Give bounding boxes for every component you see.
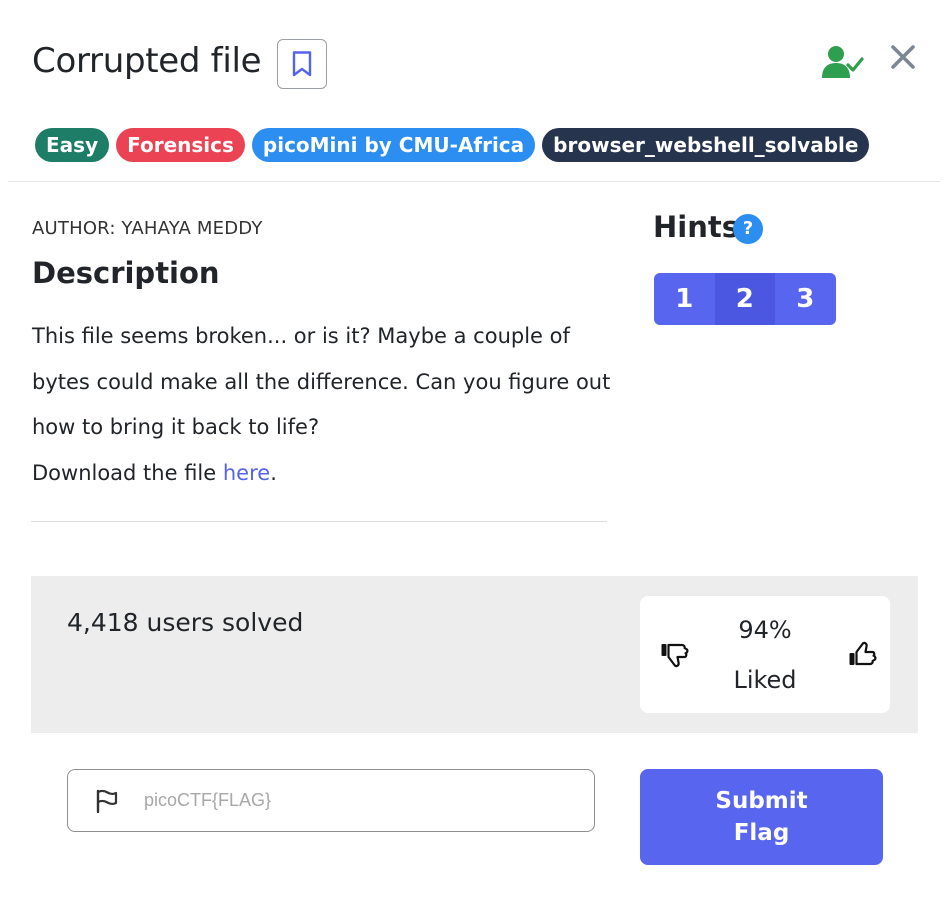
hints-help-icon[interactable]: ? <box>733 214 763 244</box>
description-heading: Description <box>32 256 220 290</box>
download-link[interactable]: here <box>223 461 270 485</box>
download-prefix: Download the file <box>32 460 223 485</box>
description-body: This file seems broken... or is it? Mayb… <box>32 314 612 496</box>
hint-button-1[interactable]: 1 <box>654 273 715 325</box>
flag-icon <box>96 789 118 813</box>
close-button[interactable] <box>886 40 920 74</box>
hint-button-group: 1 2 3 <box>654 273 836 325</box>
tag-difficulty[interactable]: Easy <box>35 128 110 162</box>
hints-heading: Hints <box>653 210 739 244</box>
thumbs-up-icon[interactable] <box>848 640 878 668</box>
thumbs-down-icon[interactable] <box>660 641 690 669</box>
tag-webshell[interactable]: browser_webshell_solvable <box>542 128 870 162</box>
submit-flag-button[interactable]: Submit Flag <box>640 769 883 865</box>
flag-input[interactable] <box>144 790 564 811</box>
stats-panel: 4,418 users solved 94% Liked <box>31 576 918 733</box>
header-divider <box>8 181 940 182</box>
like-card: 94% Liked <box>640 596 890 713</box>
user-check-icon[interactable] <box>822 44 864 80</box>
hint-button-3[interactable]: 3 <box>775 273 836 325</box>
solved-count: 4,418 users solved <box>67 608 304 637</box>
description-text: This file seems broken... or is it? Mayb… <box>32 324 611 439</box>
bookmark-button[interactable] <box>277 39 327 89</box>
tag-category[interactable]: Forensics <box>116 128 245 162</box>
tag-event[interactable]: picoMini by CMU-Africa <box>251 128 536 162</box>
tag-list: Easy Forensics picoMini by CMU-Africa br… <box>35 128 870 162</box>
close-icon <box>891 45 915 69</box>
liked-label: Liked <box>733 666 797 694</box>
flag-field[interactable] <box>67 769 595 832</box>
submit-flag-label: Submit Flag <box>715 788 808 846</box>
bookmark-icon <box>292 51 312 77</box>
author-label: AUTHOR: YAHAYA MEDDY <box>32 218 263 239</box>
description-divider <box>31 521 607 522</box>
challenge-title: Corrupted file <box>32 41 262 81</box>
hint-button-2[interactable]: 2 <box>714 273 775 325</box>
download-suffix: . <box>270 460 277 485</box>
